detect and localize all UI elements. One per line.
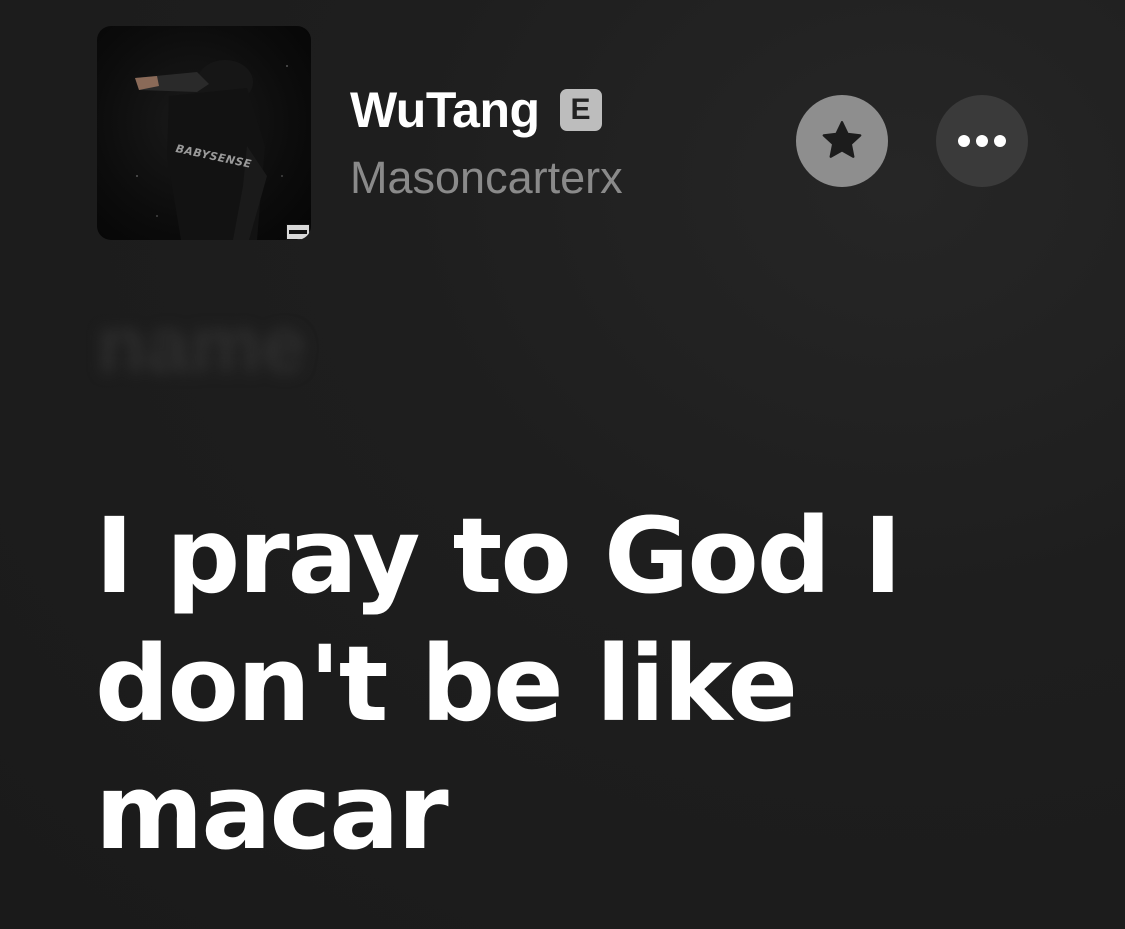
song-title[interactable]: WuTang [350, 80, 540, 140]
title-row: WuTang E [350, 80, 602, 140]
ellipsis-icon [958, 135, 1006, 147]
star-icon [822, 121, 862, 158]
more-options-button[interactable] [936, 95, 1028, 187]
artist-name[interactable]: Masoncarterx [350, 148, 623, 208]
current-lyric-line[interactable]: I pray to God I don't be like macar [95, 492, 1055, 876]
favorite-button[interactable] [796, 95, 888, 187]
album-artwork[interactable]: BABYSENSE [97, 26, 311, 240]
parental-advisory-label [286, 224, 310, 240]
previous-lyric-line[interactable]: name [97, 295, 306, 395]
explicit-badge: E [559, 89, 602, 131]
artwork-figure [135, 60, 288, 240]
now-playing-header: BABYSENSE WuTang E Masoncarterx [0, 0, 1125, 260]
